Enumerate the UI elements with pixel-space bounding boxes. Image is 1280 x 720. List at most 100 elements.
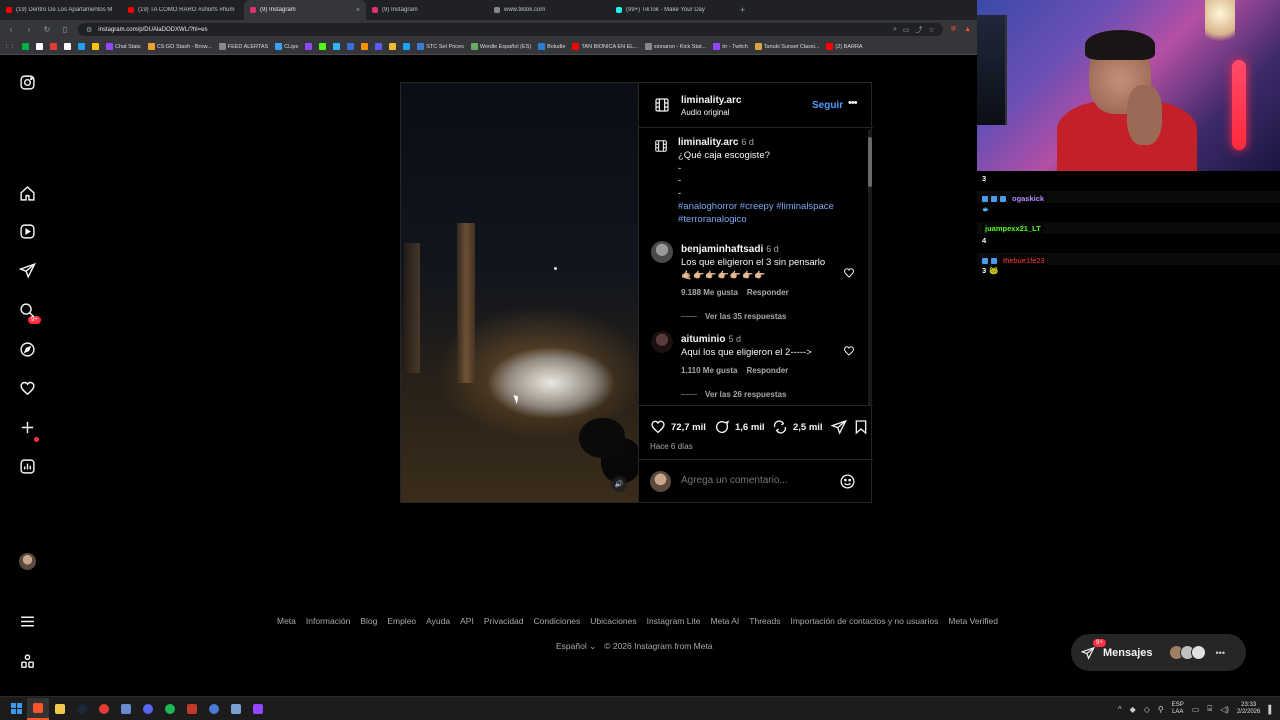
like-comment-icon[interactable] <box>843 345 855 357</box>
menu-hamburger-icon[interactable] <box>17 611 37 631</box>
bookmark-item[interactable]: CLips <box>275 43 298 50</box>
bookmark-item[interactable]: TAN BIONICA EN EL... <box>572 43 638 50</box>
chrome-icon[interactable] <box>93 698 115 720</box>
tray-app-icon[interactable]: ◆ <box>1130 705 1136 714</box>
repost-button[interactable]: 2,5 mil <box>772 419 823 435</box>
bookmark-item[interactable] <box>36 43 43 50</box>
brave-rewards-icon[interactable]: ▲ <box>964 26 971 33</box>
apps-grid-icon[interactable]: ⋮⋮ <box>4 44 15 50</box>
reply-button[interactable]: Responder <box>746 366 788 375</box>
dashboard-icon[interactable] <box>17 456 37 476</box>
bookmark-item[interactable] <box>361 43 369 50</box>
file-explorer-icon[interactable] <box>49 698 71 720</box>
browser-tab[interactable]: (9) Instagram × <box>244 0 366 20</box>
browser-tab[interactable]: (19) Dentro De Los Apartamentos M <box>0 0 122 20</box>
home-icon[interactable] <box>17 183 37 203</box>
comment-input[interactable] <box>681 475 831 486</box>
bookmark-item[interactable]: STC Set Prices <box>417 43 464 50</box>
account-avatar-icon[interactable] <box>654 97 670 113</box>
reply-button[interactable]: Responder <box>747 288 789 297</box>
bookmark-page-icon[interactable]: ▯ <box>60 25 70 34</box>
footer-link[interactable]: Privacidad <box>484 616 524 626</box>
clock[interactable]: 23:33 2/2/2026 <box>1237 702 1260 716</box>
bookmark-item[interactable]: (2) BARRA <box>826 43 863 50</box>
bookmark-item[interactable] <box>64 43 71 50</box>
footer-link[interactable]: Threads <box>749 616 780 626</box>
explore-icon[interactable] <box>17 339 37 359</box>
bookmark-item[interactable]: sionaron - Kick Stat... <box>644 43 706 50</box>
comments-list[interactable]: liminality.arc 6 d ¿Qué caja escogiste? -… <box>639 129 873 405</box>
site-info-icon[interactable]: ⚙ <box>86 26 92 34</box>
comment-username-text[interactable]: benjaminhaftsadi <box>681 244 763 255</box>
language-select[interactable]: Español ⌄ <box>556 641 596 652</box>
caption-hashtags[interactable]: #analoghorror #creepy #liminalspace #ter… <box>678 200 863 226</box>
like-button[interactable]: 72,7 mil <box>650 419 706 435</box>
footer-link[interactable]: Importación de contactos y no usuarios <box>790 616 938 626</box>
save-bookmark-icon[interactable] <box>853 419 869 435</box>
browser-tab[interactable]: www.tiktok.com <box>488 0 610 20</box>
footer-link[interactable]: Meta Verified <box>948 616 998 626</box>
bookmark-item[interactable] <box>305 43 313 50</box>
input-language[interactable]: ESP LAA <box>1172 702 1184 716</box>
bookmark-item[interactable] <box>375 43 383 50</box>
footer-link[interactable]: Ayuda <box>426 616 450 626</box>
comment-avatar[interactable] <box>651 241 673 263</box>
comment-avatar[interactable] <box>651 331 673 353</box>
bookmark-item[interactable] <box>78 43 85 50</box>
messages-button[interactable]: 9+ Mensajes ••• <box>1071 634 1246 671</box>
footer-link[interactable]: API <box>460 616 474 626</box>
view-replies-text[interactable]: Ver las 26 respuestas <box>705 390 786 399</box>
caption-username[interactable]: liminality.arc 6 d <box>678 137 754 148</box>
bookmark-item[interactable] <box>50 43 57 50</box>
bookmark-item[interactable] <box>333 43 341 50</box>
follow-button[interactable]: Seguir <box>812 100 843 111</box>
chevron-up-icon[interactable]: ^ <box>1118 705 1122 714</box>
footer-link[interactable]: Empleo <box>387 616 416 626</box>
comment-username-text[interactable]: aituminio <box>681 334 725 345</box>
new-tab-button[interactable]: + <box>732 5 753 15</box>
bookmark-item[interactable] <box>389 43 397 50</box>
meta-apps-icon[interactable] <box>17 651 37 671</box>
footer-link[interactable]: Instagram Lite <box>647 616 701 626</box>
cast-icon[interactable]: ▭ <box>903 26 910 34</box>
bookmark-item[interactable] <box>92 43 99 50</box>
instagram-logo-icon[interactable] <box>17 72 37 92</box>
bookmark-item[interactable]: Wordle Español (ES) <box>470 43 531 50</box>
more-options-icon[interactable]: ••• <box>848 97 858 109</box>
close-tab-icon[interactable]: × <box>356 7 360 14</box>
post-username[interactable]: liminality.arc <box>681 95 741 106</box>
view-replies-text[interactable]: Ver las 35 respuestas <box>705 312 786 321</box>
bookmark-item[interactable] <box>347 43 355 50</box>
reload-icon[interactable]: ↻ <box>42 25 52 34</box>
bookmark-item[interactable]: Boludle <box>538 43 565 50</box>
scrollbar-thumb[interactable] <box>868 137 872 187</box>
like-comment-icon[interactable] <box>843 267 855 279</box>
bookmark-item[interactable] <box>403 43 411 50</box>
create-plus-icon[interactable] <box>17 417 37 437</box>
footer-link[interactable]: Meta AI <box>710 616 739 626</box>
footer-link[interactable]: Blog <box>360 616 377 626</box>
likes-count[interactable]: 72,7 mil <box>671 422 706 433</box>
footer-link[interactable]: Condiciones <box>534 616 581 626</box>
emoji-icon[interactable] <box>839 473 856 490</box>
browser-tab[interactable]: (99+) TikTok - Make Your Day <box>610 0 732 20</box>
comment-likes[interactable]: 9.188 Me gusta <box>681 288 738 297</box>
comment-username[interactable]: benjaminhaftsadi 6 d <box>681 244 779 255</box>
comments-scrollbar[interactable] <box>868 129 872 405</box>
browser-tab[interactable]: (19) TA COMO RARO #shorts #hum <box>122 0 244 20</box>
reel-video[interactable]: 🔊 <box>401 83 638 502</box>
view-replies[interactable]: Ver las 35 respuestas <box>681 312 786 321</box>
caption-avatar-icon[interactable] <box>654 139 668 153</box>
volume-icon[interactable]: 🔊 <box>611 476 627 492</box>
bookmark-item[interactable]: trr - Twitch <box>713 43 748 50</box>
bookmark-item[interactable] <box>22 43 29 50</box>
windows-start-icon[interactable] <box>5 698 27 720</box>
caption-username-text[interactable]: liminality.arc <box>678 137 738 148</box>
volume-icon[interactable]: ◁) <box>1220 705 1229 714</box>
usb-icon[interactable]: ⚲ <box>1158 705 1164 714</box>
bookmark-item[interactable]: FEED ALERTAS <box>218 43 268 50</box>
obs-icon[interactable] <box>181 698 203 720</box>
back-icon[interactable]: ‹ <box>6 25 16 34</box>
address-bar[interactable]: ⚙ instagram.com/p/DUAlaDODXWL/?hl=es ⌕ ▭… <box>78 23 943 36</box>
reels-icon[interactable] <box>17 221 37 241</box>
